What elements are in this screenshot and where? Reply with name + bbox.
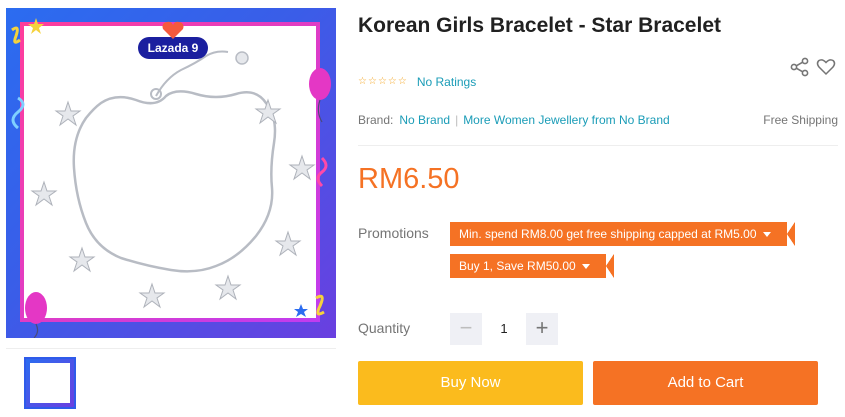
lazada-badge: Lazada 9 (138, 21, 208, 59)
star-outline-icon: ☆ (367, 76, 377, 87)
chevron-down-icon (762, 232, 771, 237)
quantity-input[interactable] (484, 313, 524, 345)
quantity-increase-button[interactable]: + (526, 313, 558, 345)
wishlist-heart-icon[interactable] (816, 57, 836, 77)
brand-link[interactable]: No Brand (399, 113, 450, 127)
promotion-text: Buy 1, Save RM50.00 (459, 259, 576, 273)
add-to-cart-button[interactable]: Add to Cart (593, 361, 818, 405)
star-outline-icon: ☆ (358, 76, 367, 87)
brand-separator: | (455, 113, 459, 127)
main-product-image[interactable]: Lazada 9 (6, 8, 336, 338)
free-shipping-label: Free Shipping (763, 113, 838, 127)
quantity-decrease-button[interactable]: − (450, 313, 482, 345)
ratings-link[interactable]: No Ratings (417, 75, 476, 89)
rating-stars: ☆ ☆ ☆ ☆ ☆ (358, 77, 407, 87)
product-details: Korean Girls Bracelet - Star Bracelet ☆ … (358, 0, 838, 417)
star-outline-icon: ☆ (397, 76, 407, 87)
buy-now-button[interactable]: Buy Now (358, 361, 583, 405)
divider (358, 145, 838, 146)
promotion-text: Min. spend RM8.00 get free shipping capp… (459, 227, 757, 241)
chevron-down-icon (581, 264, 590, 269)
promotions-label: Promotions (358, 225, 429, 241)
quantity-label: Quantity (358, 320, 411, 336)
lazada-heart-logo-icon (162, 21, 184, 39)
rating-row: ☆ ☆ ☆ ☆ ☆ No Ratings (358, 73, 476, 91)
badge-text: Lazada 9 (147, 41, 199, 55)
promotion-tag-free-shipping[interactable]: Min. spend RM8.00 get free shipping capp… (450, 222, 795, 246)
star-outline-icon: ☆ (387, 76, 397, 87)
product-gallery: Lazada 9 (0, 0, 340, 417)
product-title: Korean Girls Bracelet - Star Bracelet (358, 14, 721, 37)
brand-row: Brand: No Brand | More Women Jewellery f… (358, 113, 838, 127)
product-price: RM6.50 (358, 163, 460, 195)
brand-label: Brand: (358, 113, 394, 127)
thumbnail-strip (6, 348, 336, 412)
share-icon[interactable] (790, 57, 810, 77)
thumbnail-1[interactable] (24, 357, 76, 409)
promotion-tag-buy-save[interactable]: Buy 1, Save RM50.00 (450, 254, 614, 278)
more-from-brand-link[interactable]: More Women Jewellery from No Brand (463, 113, 670, 127)
star-outline-icon: ☆ (377, 76, 387, 87)
